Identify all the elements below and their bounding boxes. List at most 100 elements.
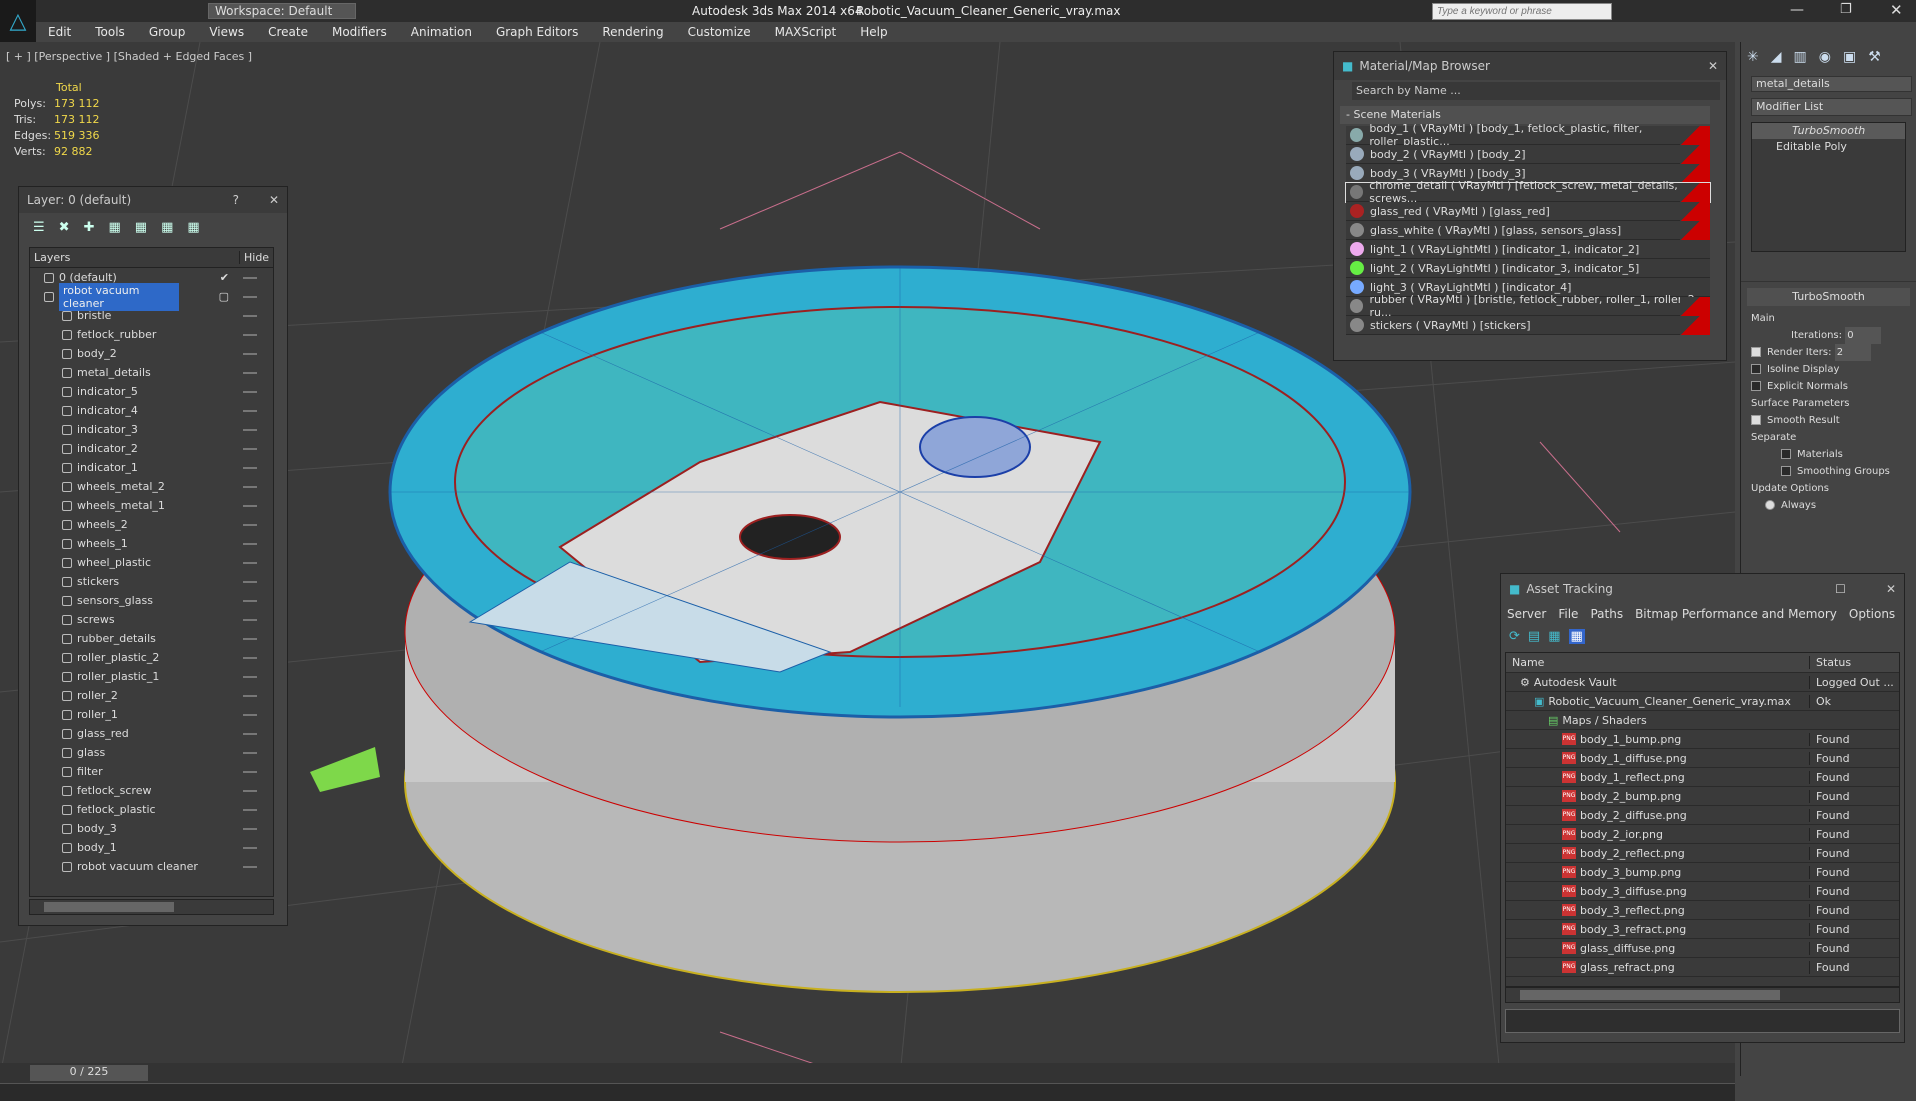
layer-item[interactable]: roller_plastic_1	[30, 667, 273, 686]
material-item[interactable]: glass_red ( VRayMtl ) [glass_red]	[1346, 202, 1710, 221]
hide-toggle[interactable]	[243, 391, 257, 393]
hide-toggle[interactable]	[243, 657, 257, 659]
utilities-tab-icon[interactable]: ⚒	[1868, 49, 1881, 65]
layer-hscroll[interactable]	[29, 899, 274, 915]
hide-toggle[interactable]	[243, 771, 257, 773]
layer-item[interactable]: wheels_1	[30, 534, 273, 553]
close-icon[interactable]: ✕	[1890, 1, 1903, 19]
layer-item[interactable]: roller_plastic_2	[30, 648, 273, 667]
asset-row[interactable]: PNG body_2_bump.png Found	[1506, 787, 1899, 806]
select-layer-icon[interactable]: ▦	[108, 220, 120, 235]
search-input[interactable]	[1432, 3, 1612, 20]
motion-tab-icon[interactable]: ◉	[1819, 49, 1831, 65]
hide-toggle[interactable]	[243, 315, 257, 317]
material-close-icon[interactable]: ✕	[1708, 59, 1718, 73]
hide-toggle[interactable]	[243, 296, 257, 298]
menu-rendering[interactable]: Rendering	[590, 25, 675, 39]
material-item[interactable]: body_1 ( VRayMtl ) [body_1, fetlock_plas…	[1346, 122, 1710, 148]
menu-maxscript[interactable]: MAXScript	[763, 25, 849, 39]
asset-row[interactable]: PNG body_3_reflect.png Found	[1506, 901, 1899, 920]
highlight-layer-icon[interactable]: ▦	[135, 220, 147, 235]
restore-icon[interactable]: ❐	[1840, 2, 1852, 17]
layer-item[interactable]: indicator_4	[30, 401, 273, 420]
layer-tool-icon[interactable]: ☰	[33, 220, 45, 235]
hide-toggle[interactable]	[243, 429, 257, 431]
materials-checkbox[interactable]	[1781, 449, 1791, 459]
hide-header[interactable]: Hide	[239, 251, 273, 264]
asset-menu-item[interactable]: Options	[1849, 607, 1895, 621]
asset-hscroll[interactable]	[1505, 987, 1900, 1003]
menu-help[interactable]: Help	[848, 25, 899, 39]
hide-toggle[interactable]	[243, 277, 257, 279]
layer-item[interactable]: fetlock_screw	[30, 781, 273, 800]
menu-tools[interactable]: Tools	[83, 25, 137, 39]
hide-toggle[interactable]	[243, 505, 257, 507]
app-logo[interactable]: △	[0, 0, 36, 42]
asset-path-field[interactable]	[1505, 1009, 1900, 1033]
layer-item[interactable]: indicator_2	[30, 439, 273, 458]
delete-layer-icon[interactable]: ✖	[59, 220, 70, 235]
asset-row[interactable]: PNG body_1_diffuse.png Found	[1506, 749, 1899, 768]
menu-animation[interactable]: Animation	[399, 25, 484, 39]
hide-toggle[interactable]	[243, 410, 257, 412]
material-browser-titlebar[interactable]: ■ Material/Map Browser ✕	[1334, 52, 1726, 80]
hierarchy-tab-icon[interactable]: ▥	[1794, 49, 1807, 65]
asset-row[interactable]: PNG body_1_bump.png Found	[1506, 730, 1899, 749]
hide-toggle[interactable]	[243, 752, 257, 754]
layer-item[interactable]: robot vacuum cleaner ▢	[30, 282, 273, 311]
asset-menu-item[interactable]: Paths	[1590, 607, 1623, 621]
layer-close-icon[interactable]: ✕	[269, 193, 279, 207]
layer-item[interactable]: body_2	[30, 344, 273, 363]
asset-tracking-titlebar[interactable]: ■ Asset Tracking ☐ ✕	[1501, 574, 1904, 604]
asset-menu-item[interactable]: File	[1558, 607, 1578, 621]
layer-item[interactable]: fetlock_plastic	[30, 800, 273, 819]
material-item[interactable]: chrome_detail ( VRayMtl ) [fetlock_screw…	[1345, 179, 1711, 205]
menu-views[interactable]: Views	[197, 25, 256, 39]
render-iters-checkbox[interactable]	[1751, 347, 1761, 357]
hide-toggle[interactable]	[243, 486, 257, 488]
smooth-result-checkbox[interactable]	[1751, 415, 1761, 425]
layer-item[interactable]: filter	[30, 762, 273, 781]
hide-toggle[interactable]	[243, 448, 257, 450]
layer-item[interactable]: glass_red	[30, 724, 273, 743]
asset-row[interactable]: ▤ Maps / Shaders	[1506, 711, 1899, 730]
layer-item[interactable]: rubber_details	[30, 629, 273, 648]
hide-toggle[interactable]	[243, 562, 257, 564]
modify-tab-icon[interactable]: ◢	[1771, 49, 1782, 65]
thumb-view-icon[interactable]: ▦	[1548, 629, 1560, 644]
asset-close-icon[interactable]: ✕	[1886, 582, 1896, 596]
asset-row[interactable]: ⚙ Autodesk Vault Logged Out ...	[1506, 673, 1899, 692]
hide-toggle[interactable]	[243, 847, 257, 849]
display-tab-icon[interactable]: ▣	[1843, 49, 1856, 65]
layer-item[interactable]: fetlock_rubber	[30, 325, 273, 344]
material-item[interactable]: light_2 ( VRayLightMtl ) [indicator_3, i…	[1346, 259, 1710, 278]
menu-customize[interactable]: Customize	[676, 25, 763, 39]
hide-toggle[interactable]	[243, 828, 257, 830]
viewport-label[interactable]: [ + ] [Perspective ] [Shaded + Edged Fac…	[6, 50, 252, 63]
workspace-select[interactable]: Workspace: Default	[208, 3, 356, 19]
hide-toggle[interactable]	[243, 809, 257, 811]
layer-item[interactable]: glass	[30, 743, 273, 762]
list-view-icon[interactable]: ▤	[1528, 629, 1540, 644]
create-tab-icon[interactable]: ✳	[1747, 49, 1759, 65]
asset-menu-item[interactable]: Server	[1507, 607, 1546, 621]
always-radio[interactable]	[1765, 500, 1775, 510]
menu-group[interactable]: Group	[137, 25, 198, 39]
name-column-header[interactable]: Name	[1506, 656, 1809, 669]
layer-item[interactable]: roller_2	[30, 686, 273, 705]
menu-modifiers[interactable]: Modifiers	[320, 25, 399, 39]
layer-item[interactable]: screws	[30, 610, 273, 629]
layer-item[interactable]: wheels_metal_2	[30, 477, 273, 496]
asset-row[interactable]: PNG glass_refract.png Found	[1506, 958, 1899, 977]
layer-item[interactable]: wheels_metal_1	[30, 496, 273, 515]
stack-turbosmooth[interactable]: TurboSmooth	[1752, 123, 1905, 139]
smoothing-groups-checkbox[interactable]	[1781, 466, 1791, 476]
material-item[interactable]: stickers ( VRayMtl ) [stickers]	[1346, 316, 1710, 335]
layer-item[interactable]: indicator_1	[30, 458, 273, 477]
hide-toggle[interactable]	[243, 676, 257, 678]
hide-all-icon[interactable]: ▦	[161, 220, 173, 235]
isoline-checkbox[interactable]	[1751, 364, 1761, 374]
add-layer-icon[interactable]: ✚	[84, 220, 95, 235]
hide-toggle[interactable]	[243, 695, 257, 697]
asset-row[interactable]: PNG body_3_refract.png Found	[1506, 920, 1899, 939]
